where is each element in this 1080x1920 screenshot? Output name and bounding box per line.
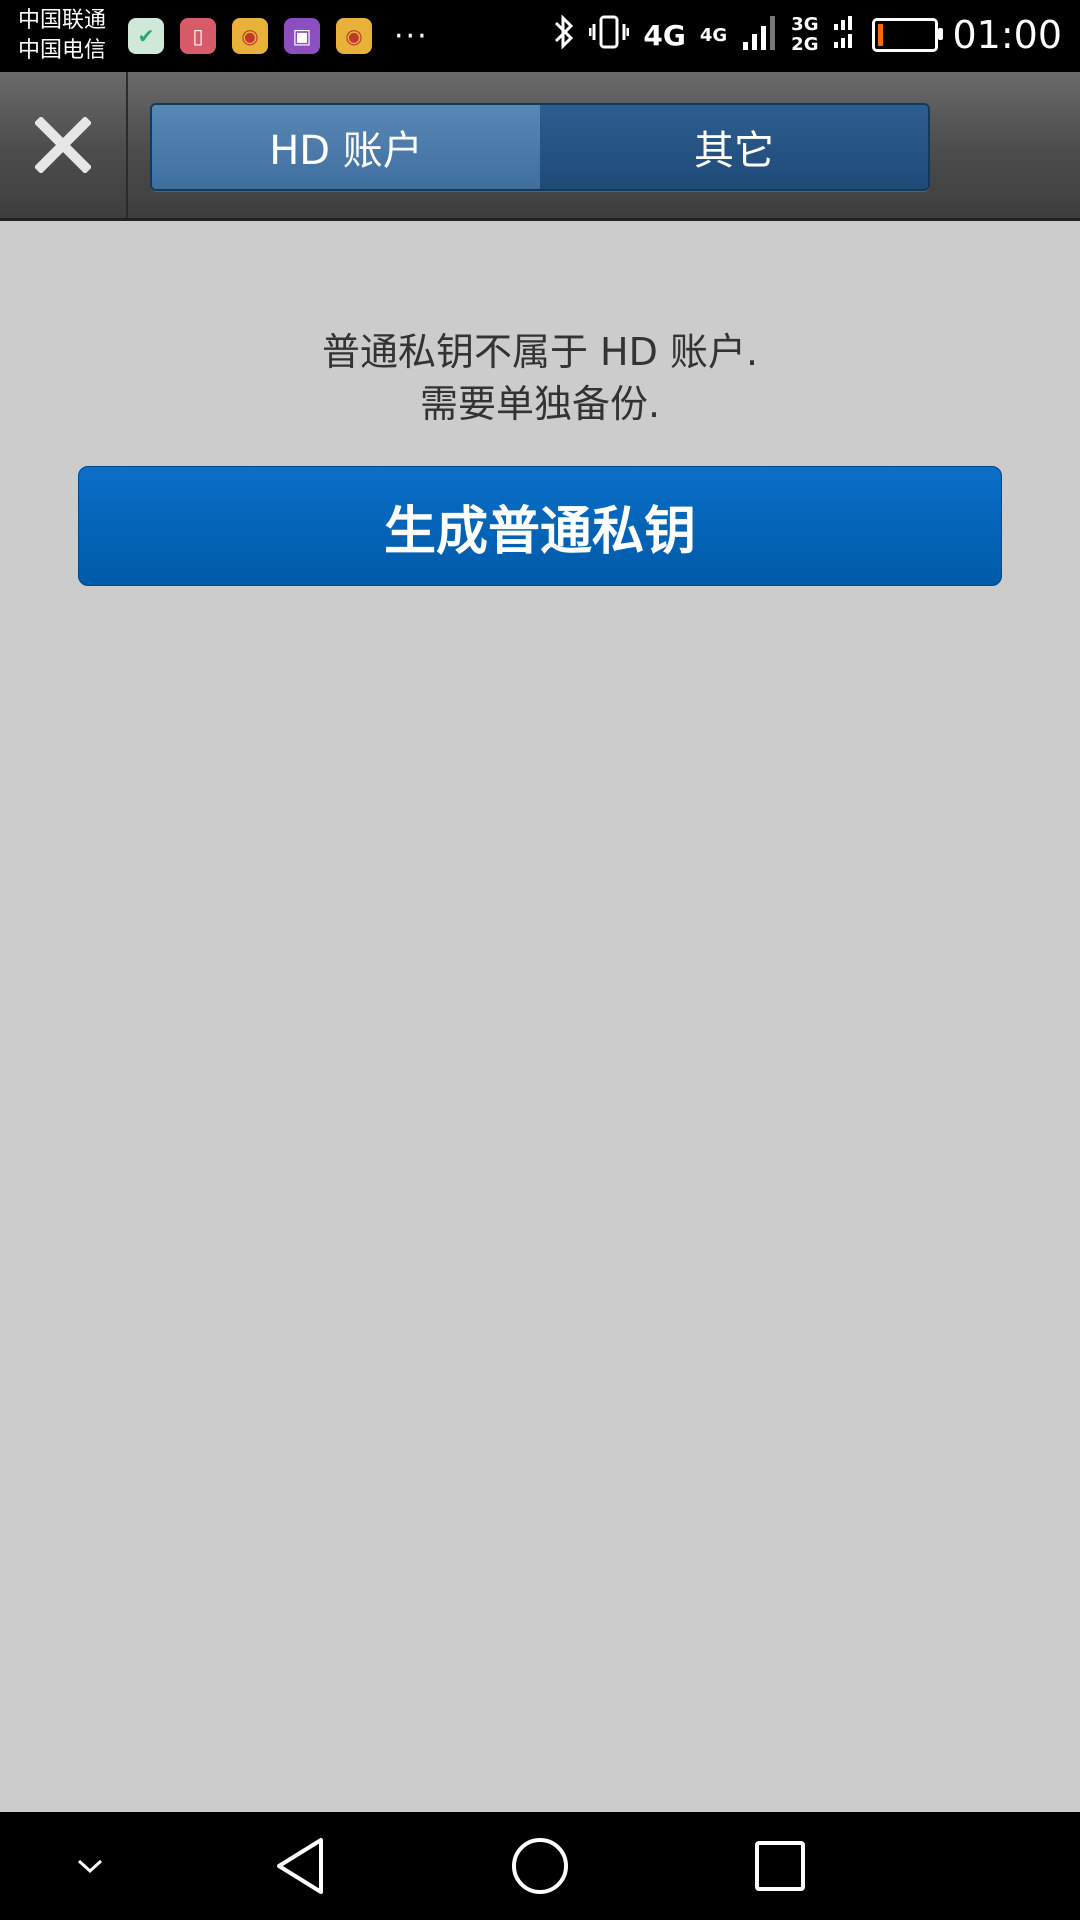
more-notifications-icon: ··· (394, 18, 429, 54)
status-bar: 中国联通 中国电信 ✔ ▯ ◉ ▣ ◉ ··· 4G 4G 3G 2G 01:0… (0, 0, 1080, 72)
network-type-2g: 2G (791, 34, 819, 55)
bluetooth-icon (553, 14, 575, 56)
navigation-bar (0, 1812, 1080, 1920)
check-app-icon: ✔ (128, 18, 164, 54)
account-tabs: HD 账户 其它 (150, 103, 930, 191)
tab-hd-account[interactable]: HD 账户 (152, 105, 540, 189)
header-bar: HD 账户 其它 (0, 72, 1080, 221)
carrier-2: 中国电信 (18, 38, 107, 63)
carrier-labels: 中国联通 中国电信 (18, 6, 106, 66)
network-type-4g: 4G (643, 18, 686, 52)
network-type-3g: 3G (791, 14, 819, 35)
gallery-icon: ▣ (284, 18, 320, 54)
recent-apps-square-icon (755, 1841, 805, 1891)
signal-icon-secondary (832, 12, 858, 58)
home-button[interactable] (500, 1812, 580, 1920)
tab-other[interactable]: 其它 (540, 105, 928, 189)
carrier-1: 中国联通 (18, 8, 107, 33)
home-circle-icon (512, 1838, 568, 1894)
message-line-1: 普通私钥不属于 HD 账户. (321, 330, 759, 374)
vibrate-icon (588, 14, 630, 56)
network-type-secondary: 3G 2G (791, 15, 818, 55)
weibo-icon: ◉ (232, 18, 268, 54)
weibo-icon: ◉ (336, 18, 372, 54)
chevron-down-icon (77, 1859, 103, 1874)
back-triangle-icon (277, 1838, 323, 1894)
clock: 01:00 (952, 13, 1062, 57)
signal-icon (741, 12, 777, 58)
recent-apps-button[interactable] (740, 1812, 820, 1920)
back-button[interactable] (260, 1812, 340, 1920)
status-right: 4G 4G 3G 2G 01:00 (553, 12, 1062, 58)
info-message: 普通私钥不属于 HD 账户. 需要单独备份. (0, 326, 1080, 430)
close-button[interactable] (0, 72, 128, 218)
clipboard-app-icon: ▯ (180, 18, 216, 54)
notification-icons: ✔ ▯ ◉ ▣ ◉ ··· (128, 18, 429, 54)
close-icon (35, 117, 91, 173)
hide-keyboard-button[interactable] (50, 1812, 130, 1920)
battery-icon (872, 18, 944, 52)
message-line-2: 需要单独备份. (419, 382, 661, 426)
network-type-4g-secondary: 4G (699, 24, 728, 46)
generate-private-key-button[interactable]: 生成普通私钥 (78, 466, 1002, 586)
